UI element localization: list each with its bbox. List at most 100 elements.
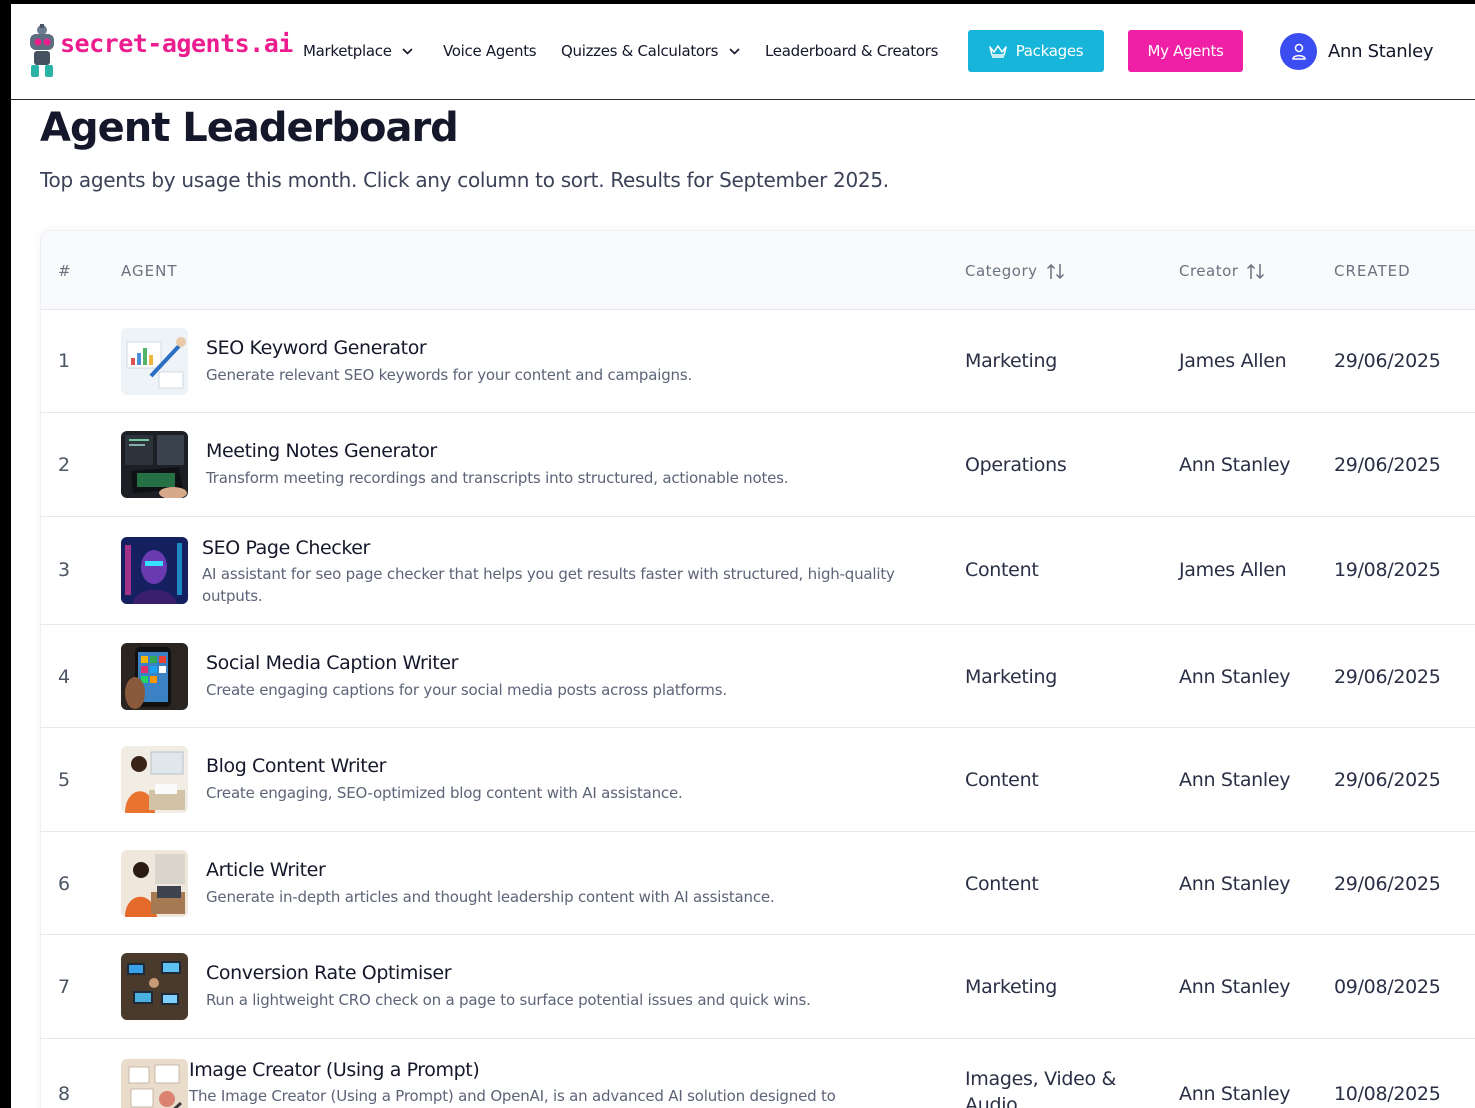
agent-title[interactable]: Blog Content Writer (206, 755, 386, 777)
row-created: 29/06/2025 (1334, 769, 1441, 791)
nav-marketplace-label: Marketplace (303, 42, 392, 60)
agent-title[interactable]: Conversion Rate Optimiser (206, 962, 452, 984)
chevron-down-icon (729, 48, 740, 55)
column-category-sort[interactable]: Category (965, 262, 1066, 280)
seo-analytics-thumbnail (121, 328, 188, 395)
row-creator: James Allen (1179, 350, 1287, 372)
row-rank: 1 (58, 350, 70, 372)
table-row[interactable]: 8 Image Creator (Using a Prompt) The Ima… (41, 1039, 1475, 1108)
row-creator: Ann Stanley (1179, 769, 1291, 791)
row-rank: 3 (58, 559, 70, 581)
nav-voice-agents-label: Voice Agents (443, 42, 537, 60)
row-category: Content (965, 769, 1039, 791)
table-row[interactable]: 5 Blog Content Writer Create engaging, S… (41, 728, 1475, 832)
row-created: 29/06/2025 (1334, 454, 1441, 476)
smartphone-apps-thumbnail (121, 643, 188, 710)
table-row[interactable]: 1 SEO Keyword Generator Generate relevan… (41, 310, 1475, 413)
row-created: 29/06/2025 (1334, 666, 1441, 688)
agent-title[interactable]: Article Writer (206, 859, 326, 881)
row-rank: 4 (58, 666, 70, 688)
row-creator: Ann Stanley (1179, 454, 1291, 476)
page-title: Agent Leaderboard (40, 105, 459, 151)
chevron-down-icon (402, 48, 413, 55)
row-creator: Ann Stanley (1179, 1083, 1291, 1105)
agent-description: Create engaging, SEO-optimized blog cont… (206, 784, 683, 802)
agent-description: Transform meeting recordings and transcr… (206, 469, 789, 487)
writer-desk-thumbnail (121, 746, 188, 813)
agent-title[interactable]: Meeting Notes Generator (206, 440, 437, 462)
user-name[interactable]: Ann Stanley (1328, 41, 1434, 62)
leaderboard-table: # AGENT Category Creator CREATED 1 SEO K… (40, 230, 1475, 1108)
column-creator-label: Creator (1179, 262, 1239, 280)
column-rank: # (58, 262, 72, 280)
row-category: Content (965, 559, 1039, 581)
agent-thumbnail (121, 746, 188, 813)
table-header: # AGENT Category Creator CREATED (41, 231, 1475, 310)
user-icon (1291, 43, 1306, 60)
top-navbar: secret-agents.ai Marketplace Voice Agent… (11, 4, 1475, 100)
row-category: Marketing (965, 350, 1057, 372)
column-agent-label: AGENT (121, 262, 178, 280)
nav-quizzes[interactable]: Quizzes & Calculators (561, 42, 740, 60)
table-row[interactable]: 4 Social Media Caption Writer Create eng… (41, 625, 1475, 728)
sort-icon (1247, 263, 1265, 279)
agent-title[interactable]: SEO Page Checker (202, 537, 370, 559)
column-agent: AGENT (121, 262, 177, 280)
brand-logo[interactable]: secret-agents.ai (26, 22, 293, 80)
row-category: Marketing (965, 976, 1057, 998)
article-writer-thumbnail (121, 850, 188, 917)
row-creator: Ann Stanley (1179, 666, 1291, 688)
agent-description: Generate relevant SEO keywords for your … (206, 366, 693, 384)
my-agents-button[interactable]: My Agents (1128, 30, 1243, 72)
row-rank: 8 (58, 1083, 70, 1105)
row-rank: 5 (58, 769, 70, 791)
agent-thumbnail (121, 537, 188, 604)
column-category-label: Category (965, 262, 1038, 280)
row-rank: 7 (58, 976, 70, 998)
agent-description: Run a lightweight CRO check on a page to… (206, 991, 811, 1009)
column-rank-label: # (58, 262, 72, 280)
table-row[interactable]: 3 SEO Page Checker AI assistant for seo … (41, 517, 1475, 625)
sketch-board-thumbnail (121, 1059, 188, 1108)
brand-name: secret-agents.ai (60, 29, 293, 58)
agent-thumbnail (121, 643, 188, 710)
nav-quizzes-label: Quizzes & Calculators (561, 42, 719, 60)
table-row[interactable]: 7 Conversion Rate Optimiser Run a lightw… (41, 935, 1475, 1039)
agent-title[interactable]: Social Media Caption Writer (206, 652, 458, 674)
robot-mascot-icon (30, 24, 54, 77)
row-rank: 2 (58, 454, 70, 476)
agent-title[interactable]: SEO Keyword Generator (206, 337, 427, 359)
agent-description: AI assistant for seo page checker that h… (202, 565, 895, 605)
avatar[interactable] (1280, 33, 1317, 70)
agent-title[interactable]: Image Creator (Using a Prompt) (189, 1059, 480, 1081)
column-created[interactable]: CREATED (1334, 262, 1411, 280)
app-frame: secret-agents.ai Marketplace Voice Agent… (11, 4, 1475, 1108)
team-laptops-thumbnail (121, 953, 188, 1020)
crown-icon (988, 45, 1007, 58)
row-created: 19/08/2025 (1334, 559, 1441, 581)
neon-face-thumbnail (121, 537, 188, 604)
agent-description: Generate in-depth articles and thought l… (206, 888, 775, 906)
laptop-meeting-thumbnail (121, 431, 188, 498)
table-row[interactable]: 2 Meeting Notes Generator Transform meet… (41, 413, 1475, 517)
agent-thumbnail (121, 953, 188, 1020)
row-created: 09/08/2025 (1334, 976, 1441, 998)
row-category: Images, Video & Audio (965, 1068, 1117, 1108)
agent-thumbnail (121, 850, 188, 917)
my-agents-label: My Agents (1147, 42, 1224, 60)
row-created: 10/08/2025 (1334, 1083, 1441, 1105)
row-rank: 6 (58, 873, 70, 895)
column-creator-sort[interactable]: Creator (1179, 262, 1266, 280)
packages-button[interactable]: Packages (968, 30, 1104, 72)
row-creator: Ann Stanley (1179, 873, 1291, 895)
column-created-label: CREATED (1334, 262, 1411, 280)
nav-marketplace[interactable]: Marketplace (303, 42, 413, 60)
table-row[interactable]: 6 Article Writer Generate in-depth artic… (41, 832, 1475, 935)
nav-leaderboard[interactable]: Leaderboard & Creators (765, 42, 938, 60)
packages-label: Packages (1015, 42, 1084, 60)
row-created: 29/06/2025 (1334, 350, 1441, 372)
agent-description: Create engaging captions for your social… (206, 681, 727, 699)
nav-voice-agents[interactable]: Voice Agents (443, 42, 537, 60)
agent-description: The Image Creator (Using a Prompt) and O… (189, 1087, 836, 1105)
row-created: 29/06/2025 (1334, 873, 1441, 895)
